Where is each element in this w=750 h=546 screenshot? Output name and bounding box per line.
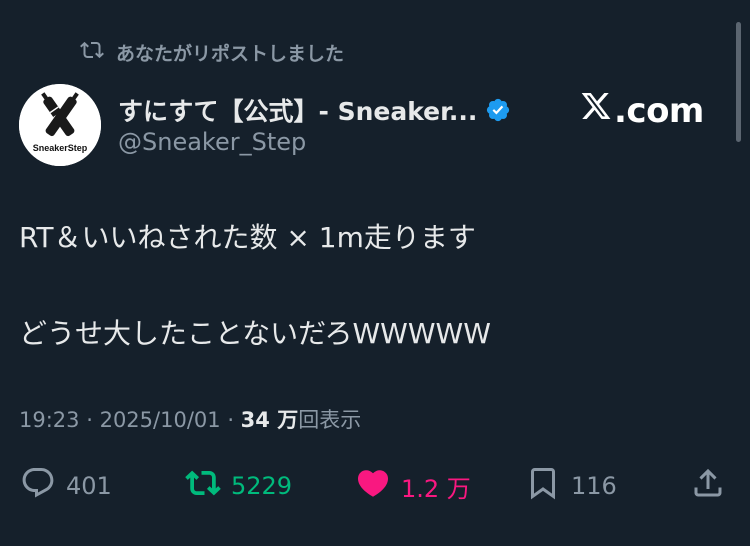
tweet-text-line-1: RT＆いいねされた数 × 1m走ります	[19, 221, 476, 254]
retweet-icon	[80, 38, 104, 67]
verified-badge-icon	[485, 97, 511, 123]
retweet-count: 5229	[231, 472, 293, 500]
reply-icon	[20, 465, 56, 507]
retweet-icon	[185, 465, 221, 507]
tweet-meta: 19:23 · 2025/10/01 · 34 万回表示	[19, 404, 361, 434]
like-count: 1.2 万	[401, 474, 471, 503]
site-logo: .com	[580, 90, 704, 131]
bookmark-button[interactable]: 116	[525, 466, 617, 506]
action-bar: 401 5229 1.2 万 116	[0, 466, 750, 506]
meta-separator: ·	[227, 408, 241, 432]
avatar[interactable]: SneakerStep	[19, 84, 101, 166]
share-icon	[690, 465, 726, 507]
tweet-text-line-2: どうせ大したことないだろWWWWW	[19, 317, 491, 350]
retweet-button[interactable]: 5229	[185, 466, 292, 506]
x-logo-icon	[580, 90, 614, 131]
avatar-logo-text: SneakerStep	[33, 143, 88, 153]
meta-separator: ·	[86, 408, 100, 432]
author-handle[interactable]: @Sneaker_Step	[118, 128, 306, 156]
author-name-row[interactable]: すにすて【公式】- Sneaker...	[118, 92, 511, 128]
bookmark-icon	[525, 465, 561, 507]
repost-notice-text: あなたがリポストしました	[116, 43, 345, 65]
tweet-date[interactable]: 2025/10/01	[100, 408, 221, 432]
like-button[interactable]: 1.2 万	[355, 466, 471, 506]
heart-icon	[355, 465, 391, 507]
views-label: 回表示	[298, 408, 362, 432]
repost-notice: あなたがリポストしました	[80, 38, 344, 67]
reply-count: 401	[66, 472, 112, 500]
site-logo-text: .com	[614, 90, 704, 131]
views-count: 34 万	[240, 408, 299, 432]
reply-button[interactable]: 401	[20, 466, 112, 506]
tweet-time[interactable]: 19:23	[19, 408, 80, 432]
share-button[interactable]	[690, 466, 726, 506]
bookmark-count: 116	[571, 472, 617, 500]
author-display-name[interactable]: すにすて【公式】- Sneaker...	[118, 92, 477, 128]
scrollbar[interactable]	[736, 22, 741, 142]
